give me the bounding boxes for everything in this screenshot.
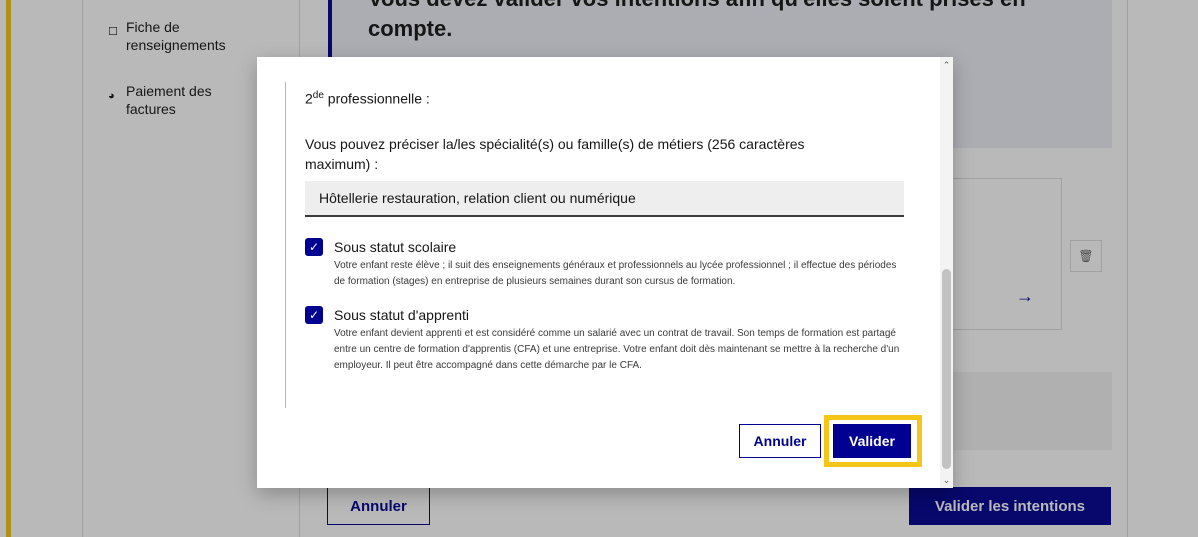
scrollbar-thumb[interactable] [942,269,951,469]
validate-button[interactable]: Valider [833,424,911,458]
section-title: 2de professionnelle : [305,86,430,109]
title-superscript: de [312,90,324,101]
modal-scrollbar[interactable]: ⌃ ⌄ [940,57,953,488]
chevron-up-icon[interactable]: ⌃ [940,59,953,71]
cancel-button[interactable]: Annuler [739,424,821,458]
modal-dialog: 2de professionnelle : Vous pouvez précis… [257,57,953,488]
chevron-down-icon[interactable]: ⌄ [940,474,953,486]
speciality-hint: Vous pouvez préciser la/les spécialité(s… [305,136,805,172]
modal-body: 2de professionnelle : Vous pouvez précis… [257,57,937,488]
speciality-input[interactable] [305,181,904,217]
title-suffix: professionnelle : [323,90,430,107]
option-description: Votre enfant devient apprenti et est con… [334,328,900,371]
section-rule [285,82,286,408]
option-label: Sous statut d'apprenti [334,307,469,323]
option-label: Sous statut scolaire [334,239,457,255]
checkbox-checked-icon[interactable]: ✓ [305,306,323,324]
checkbox-checked-icon[interactable]: ✓ [305,238,323,256]
option-description: Votre enfant reste élève ; il suit des e… [334,260,897,287]
validate-button-highlight: Valider [824,415,922,467]
title-prefix: 2 [305,90,313,107]
